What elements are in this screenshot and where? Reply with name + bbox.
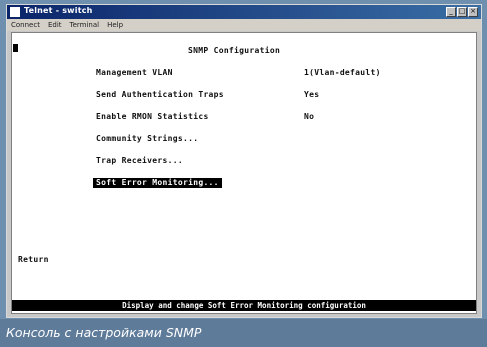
setting-label-management-vlan: Management VLAN (96, 68, 173, 77)
photo-frame: Telnet - switch _ □ × Connect Edit Termi… (0, 0, 487, 347)
setting-value-management-vlan[interactable]: 1(Vlan-default) (304, 68, 381, 78)
return-action[interactable]: Return (18, 255, 49, 265)
setting-value-auth-traps[interactable]: Yes (304, 90, 319, 100)
menu-bar: Connect Edit Terminal Help (7, 19, 481, 31)
screen-heading: SNMP Configuration (188, 46, 281, 55)
status-text: Display and change Soft Error Monitoring… (122, 301, 366, 310)
window-title: Telnet - switch (24, 6, 93, 15)
menu-connect[interactable]: Connect (11, 19, 40, 31)
close-button[interactable]: × (468, 7, 478, 17)
menu-edit[interactable]: Edit (48, 19, 62, 31)
menu-community-strings[interactable]: Community Strings... (96, 134, 198, 144)
setting-value-rmon-stats[interactable]: No (304, 112, 314, 122)
text-cursor (13, 44, 18, 52)
terminal-screen[interactable]: SNMP Configuration Management VLAN 1(Vla… (11, 32, 477, 314)
setting-label-rmon-stats: Enable RMON Statistics (96, 112, 209, 121)
setting-label-auth-traps: Send Authentication Traps (96, 90, 224, 99)
status-bar: Display and change Soft Error Monitoring… (12, 300, 476, 311)
title-bar[interactable]: Telnet - switch _ □ × (7, 5, 481, 19)
app-icon (10, 7, 20, 17)
window-controls: _ □ × (446, 7, 478, 17)
caption-bar: Консоль с настройками SNMP (0, 319, 487, 347)
maximize-button[interactable]: □ (457, 7, 467, 17)
menu-help[interactable]: Help (107, 19, 123, 31)
minimize-button[interactable]: _ (446, 7, 456, 17)
image-caption: Консоль с настройками SNMP (6, 325, 202, 340)
menu-terminal[interactable]: Terminal (70, 19, 100, 31)
telnet-window: Telnet - switch _ □ × Connect Edit Termi… (6, 4, 482, 318)
menu-soft-error-monitoring[interactable]: Soft Error Monitoring... (93, 178, 222, 188)
menu-trap-receivers[interactable]: Trap Receivers... (96, 156, 183, 166)
